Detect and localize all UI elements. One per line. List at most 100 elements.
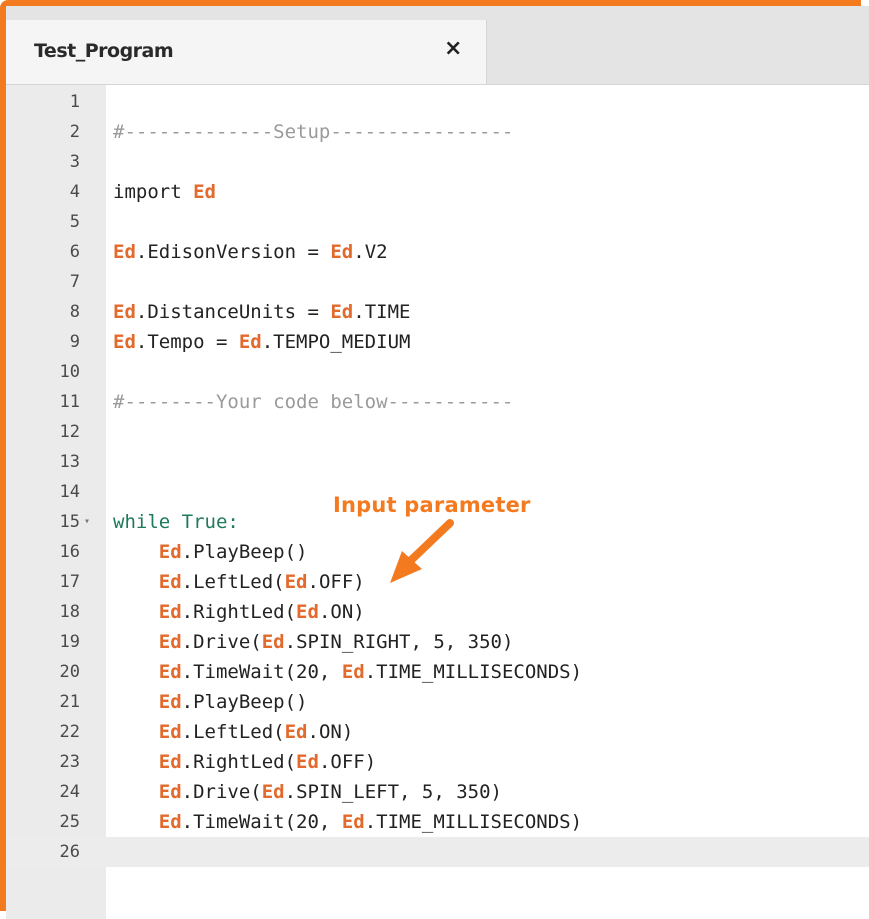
- ed-token: Ed: [261, 781, 285, 803]
- tab-test-program[interactable]: Test_Program ×: [6, 20, 487, 84]
- code-text: while True:: [113, 507, 239, 537]
- code-line[interactable]: 2 #-------------Setup----------------: [6, 117, 869, 147]
- code-line[interactable]: 8 Ed.DistanceUnits = Ed.TIME: [6, 297, 869, 327]
- code-text: Ed.TimeWait(20, Ed.TIME_MILLISECONDS): [113, 807, 582, 837]
- code-line[interactable]: 4 import Ed: [6, 177, 869, 207]
- ed-token: Ed: [158, 691, 182, 713]
- code-line[interactable]: 7: [6, 267, 869, 297]
- code-line[interactable]: 21 Ed.PlayBeep(): [6, 687, 869, 717]
- line-number: 12: [59, 422, 80, 442]
- line-number: 13: [59, 452, 80, 472]
- line-number: 19: [59, 632, 80, 652]
- code-line[interactable]: 6 Ed.EdisonVersion = Ed.V2: [6, 237, 869, 267]
- code-line[interactable]: 18 Ed.RightLed(Ed.ON): [6, 597, 869, 627]
- line-number: 16: [59, 542, 80, 562]
- line-number: 17: [59, 572, 80, 592]
- line-number: 25: [59, 812, 80, 832]
- ed-token: Ed: [158, 631, 182, 653]
- code-text: #-------------Setup----------------: [113, 117, 513, 147]
- code-text: Ed.EdisonVersion = Ed.V2: [113, 237, 388, 267]
- line-number: 22: [59, 722, 80, 742]
- fold-toggle-icon[interactable]: ▾: [84, 507, 90, 537]
- ed-token: Ed: [261, 631, 285, 653]
- code-token: .LeftLed(: [181, 571, 285, 593]
- code-text: Ed.LeftLed(Ed.ON): [113, 717, 354, 747]
- code-line[interactable]: 11 #--------Your code below-----------: [6, 387, 869, 417]
- comment-token: #-------------Setup----------------: [113, 121, 514, 143]
- ed-token: Ed: [113, 241, 136, 263]
- line-number: 10: [59, 362, 80, 382]
- code-line[interactable]: 12: [6, 417, 869, 447]
- code-text: Ed.PlayBeep(): [113, 537, 308, 567]
- code-text: Ed.PlayBeep(): [113, 687, 308, 717]
- line-number: 5: [69, 212, 80, 232]
- code-line[interactable]: 1: [6, 87, 869, 117]
- ed-token: Ed: [158, 571, 182, 593]
- code-token: .TEMPO_MEDIUM: [261, 331, 411, 353]
- code-text: #--------Your code below-----------: [113, 387, 513, 417]
- comment-token: #--------Your code below-----------: [113, 391, 514, 413]
- code-line[interactable]: 13: [6, 447, 869, 477]
- line-number: 8: [69, 302, 80, 322]
- code-line[interactable]: 25 Ed.TimeWait(20, Ed.TIME_MILLISECONDS): [6, 807, 869, 837]
- tab-title: Test_Program: [34, 40, 174, 62]
- code-token: .RightLed(: [181, 751, 297, 773]
- code-text: Ed.DistanceUnits = Ed.TIME: [113, 297, 410, 327]
- code-line[interactable]: 26: [6, 837, 869, 867]
- tab-bar: Test_Program ×: [6, 6, 869, 85]
- code-token: .EdisonVersion =: [135, 241, 331, 263]
- line-number: 7: [69, 272, 80, 292]
- ed-token: Ed: [158, 811, 182, 833]
- code-token: .PlayBeep(): [181, 691, 308, 713]
- line-number: 21: [59, 692, 80, 712]
- code-line[interactable]: 10: [6, 357, 869, 387]
- line-number: 23: [59, 752, 80, 772]
- annotation-arrow-icon: [390, 519, 454, 583]
- code-token: .TIME: [353, 301, 411, 323]
- close-icon[interactable]: ×: [444, 36, 462, 61]
- code-token: .DistanceUnits =: [135, 301, 331, 323]
- code-line[interactable]: 5: [6, 207, 869, 237]
- ed-token: Ed: [296, 751, 319, 773]
- ed-token: Ed: [238, 331, 262, 353]
- ed-token: Ed: [158, 661, 182, 683]
- code-token: .ON): [318, 601, 365, 623]
- ed-token: Ed: [158, 721, 182, 743]
- code-text: Ed.LeftLed(Ed.OFF): [113, 567, 365, 597]
- code-token: .Tempo =: [135, 331, 239, 353]
- code-text: Ed.Drive(Ed.SPIN_LEFT, 5, 350): [113, 777, 502, 807]
- ed-token: Ed: [158, 541, 182, 563]
- ed-token: Ed: [284, 571, 308, 593]
- code-text: Ed.RightLed(Ed.OFF): [113, 747, 376, 777]
- code-token: .SPIN_LEFT, 5, 350): [284, 781, 502, 803]
- code-line[interactable]: 19 Ed.Drive(Ed.SPIN_RIGHT, 5, 350): [6, 627, 869, 657]
- line-number: 24: [59, 782, 80, 802]
- line-number: 11: [59, 392, 80, 412]
- code-line[interactable]: 20 Ed.TimeWait(20, Ed.TIME_MILLISECONDS): [6, 657, 869, 687]
- code-line[interactable]: 9 Ed.Tempo = Ed.TEMPO_MEDIUM: [6, 327, 869, 357]
- code-token: .TIME_MILLISECONDS): [364, 811, 583, 833]
- ed-token: Ed: [113, 331, 136, 353]
- code-line[interactable]: 3: [6, 147, 869, 177]
- code-line[interactable]: 22 Ed.LeftLed(Ed.ON): [6, 717, 869, 747]
- code-token: .TIME_MILLISECONDS): [364, 661, 583, 683]
- code-text: import Ed: [113, 177, 216, 207]
- code-token: import: [113, 181, 194, 203]
- code-line[interactable]: 24 Ed.Drive(Ed.SPIN_LEFT, 5, 350): [6, 777, 869, 807]
- code-line[interactable]: 23 Ed.RightLed(Ed.OFF): [6, 747, 869, 777]
- code-token: .OFF): [307, 571, 365, 593]
- code-token: .SPIN_RIGHT, 5, 350): [284, 631, 514, 653]
- line-number: 3: [69, 152, 80, 172]
- line-number: 20: [59, 662, 80, 682]
- line-number: 1: [69, 92, 80, 112]
- code-token: .ON): [307, 721, 354, 743]
- ed-token: Ed: [158, 601, 182, 623]
- code-token: .TimeWait(20,: [181, 661, 342, 683]
